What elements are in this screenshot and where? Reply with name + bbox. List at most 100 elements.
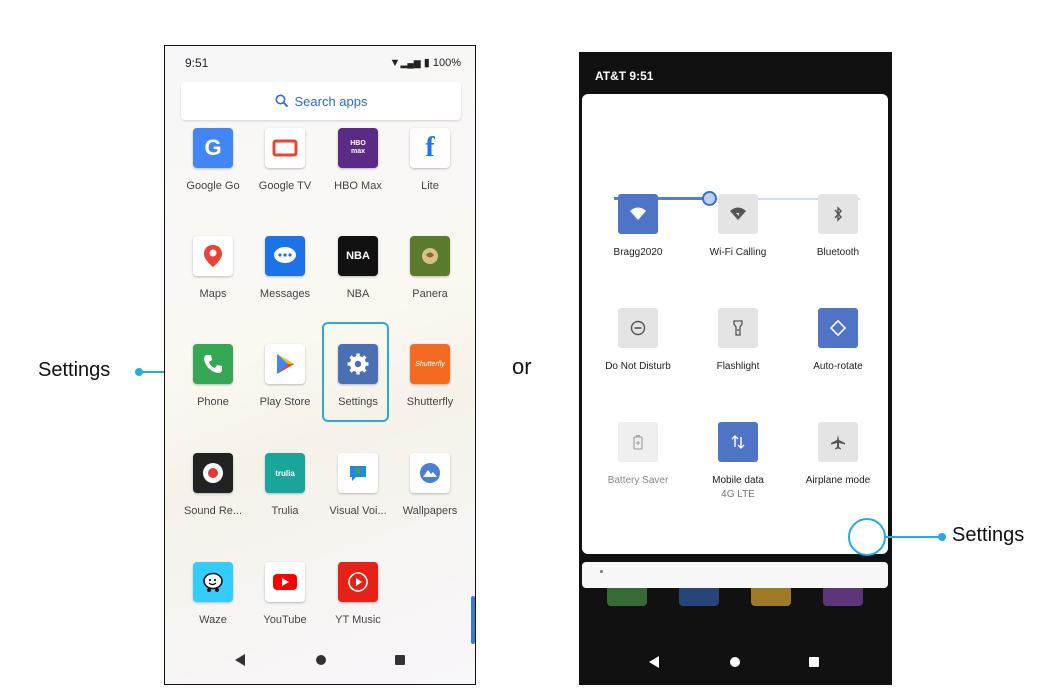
visual-voicemail-icon <box>338 453 378 493</box>
app-label: Sound Re... <box>183 505 243 517</box>
app-label: Google TV <box>258 180 312 192</box>
callout-highlight-settings-gear <box>848 518 886 556</box>
status-bar: 9:51 ▼▂▄▆ ▮ 100% <box>165 46 475 80</box>
app-youtube[interactable]: YouTube <box>249 562 321 626</box>
app-wallpapers[interactable]: Wallpapers <box>394 453 466 517</box>
callout-highlight-settings-app <box>322 322 389 422</box>
app-trulia[interactable]: trulia Trulia <box>249 453 321 517</box>
background-app-icon <box>823 588 863 606</box>
tile-auto-rotate[interactable]: Auto-rotate <box>788 308 888 372</box>
back-icon[interactable] <box>649 656 659 668</box>
wifi-signal-icon: ▼ <box>389 57 401 69</box>
app-label: Lite <box>421 180 439 192</box>
signal-bars-icon: ▂▄▆ <box>400 58 421 68</box>
maps-icon <box>193 236 233 276</box>
do-not-disturb-icon <box>618 308 658 348</box>
tile-bluetooth[interactable]: Bluetooth <box>788 194 888 258</box>
app-label: Panera <box>412 288 448 300</box>
background-app-icon <box>607 588 647 606</box>
home-icon[interactable] <box>316 655 326 665</box>
tile-dnd[interactable]: Do Not Disturb <box>588 308 688 372</box>
tile-wifi-calling[interactable]: Wi-Fi Calling <box>688 194 788 258</box>
hbo-max-logo-text: HBO max <box>350 140 366 155</box>
tile-label: Do Not Disturb <box>605 361 671 372</box>
tile-label: Flashlight <box>716 361 760 372</box>
app-label: Shutterfly <box>406 396 454 408</box>
callout-dot-right <box>938 533 946 541</box>
app-label: Google Go <box>186 180 240 192</box>
app-hbo-max[interactable]: HBO max HBO Max <box>322 128 394 192</box>
app-shutterfly[interactable]: Shutterfly Shutterfly <box>394 344 466 408</box>
tile-label: Mobile data <box>712 475 764 486</box>
notification-dot <box>600 570 603 573</box>
app-nba[interactable]: NBA NBA <box>322 236 394 300</box>
tile-flashlight[interactable]: Flashlight <box>688 308 788 372</box>
tile-label: Auto-rotate <box>813 361 863 372</box>
shutterfly-logo-text: Shutterfly <box>415 360 445 368</box>
search-icon <box>275 94 288 108</box>
background-app-icon <box>679 588 719 606</box>
app-google-go[interactable]: G Google Go <box>177 128 249 192</box>
nba-icon: NBA <box>338 236 378 276</box>
flashlight-icon <box>718 308 758 348</box>
app-lite[interactable]: f Lite <box>394 128 466 192</box>
youtube-icon <box>265 562 305 602</box>
back-icon[interactable] <box>235 654 245 666</box>
app-visual-voicemail[interactable]: Visual Voi... <box>322 453 394 517</box>
app-label: Wallpapers <box>402 505 458 517</box>
home-icon[interactable] <box>730 657 740 667</box>
recents-icon[interactable] <box>809 657 819 667</box>
shutterfly-icon: Shutterfly <box>410 344 450 384</box>
app-label: HBO Max <box>334 180 382 192</box>
callout-label-settings-right: Settings <box>952 524 1025 546</box>
tile-sublabel: 4G LTE <box>721 489 755 500</box>
lite-icon: f <box>410 128 450 168</box>
trulia-logo-text: trulia <box>275 468 295 478</box>
background-app-icon <box>751 588 791 606</box>
tile-label: Wi-Fi Calling <box>709 247 767 258</box>
status-icons: ▼▂▄▆ ▮ 100% <box>390 56 461 69</box>
bluetooth-icon <box>818 194 858 234</box>
tile-airplane[interactable]: Airplane mode <box>788 422 888 486</box>
quick-settings-panel: Bragg2020 Wi-Fi Calling Bluetooth Do Not Di… <box>582 94 888 586</box>
app-phone[interactable]: Phone <box>177 344 249 408</box>
or-separator: or <box>512 354 532 379</box>
quick-settings-screen: AT&T 9:51 Bragg2020 Wi-Fi Calling Bluetoot… <box>579 52 892 685</box>
tile-wifi[interactable]: Bragg2020 <box>588 194 688 258</box>
tile-label: Battery Saver <box>607 475 669 486</box>
notification-card[interactable] <box>582 562 888 588</box>
status-time: 9:51 <box>185 56 209 70</box>
tile-battery-saver[interactable]: Battery Saver <box>588 422 688 486</box>
app-waze[interactable]: Waze <box>177 562 249 626</box>
tile-label: Bluetooth <box>816 247 860 258</box>
wifi-calling-icon <box>718 194 758 234</box>
google-go-icon: G <box>193 128 233 168</box>
app-yt-music[interactable]: YT Music <box>322 562 394 626</box>
app-label: Visual Voi... <box>329 505 387 517</box>
app-label: Trulia <box>271 505 299 517</box>
search-placeholder: Search apps <box>294 93 368 109</box>
battery-percent: 100% <box>432 57 461 69</box>
app-panera[interactable]: Panera <box>394 236 466 300</box>
app-messages[interactable]: Messages <box>249 236 321 300</box>
recents-icon[interactable] <box>395 655 405 665</box>
wallpapers-icon <box>410 453 450 493</box>
app-google-tv[interactable]: Google TV <box>249 128 321 192</box>
hbo-max-icon: HBO max <box>338 128 378 168</box>
app-label: Messages <box>259 288 311 300</box>
tile-mobile-data[interactable]: Mobile data 4G LTE <box>688 422 788 500</box>
phone-icon <box>193 344 233 384</box>
mobile-data-icon <box>718 422 758 462</box>
nba-logo-text: NBA <box>346 250 370 262</box>
waze-icon <box>193 562 233 602</box>
messages-icon <box>265 236 305 276</box>
search-apps-bar[interactable]: Search apps <box>181 82 461 120</box>
callout-line-right <box>886 536 942 538</box>
battery-icon: ▮ <box>423 57 430 69</box>
app-sound-recorder[interactable]: Sound Re... <box>177 453 249 517</box>
app-label: Play Store <box>259 396 311 408</box>
app-maps[interactable]: Maps <box>177 236 249 300</box>
app-label: Phone <box>197 396 229 408</box>
app-drawer-screen: 9:51 ▼▂▄▆ ▮ 100% Search apps G Google Go G… <box>164 45 476 685</box>
app-play-store[interactable]: Play Store <box>249 344 321 408</box>
